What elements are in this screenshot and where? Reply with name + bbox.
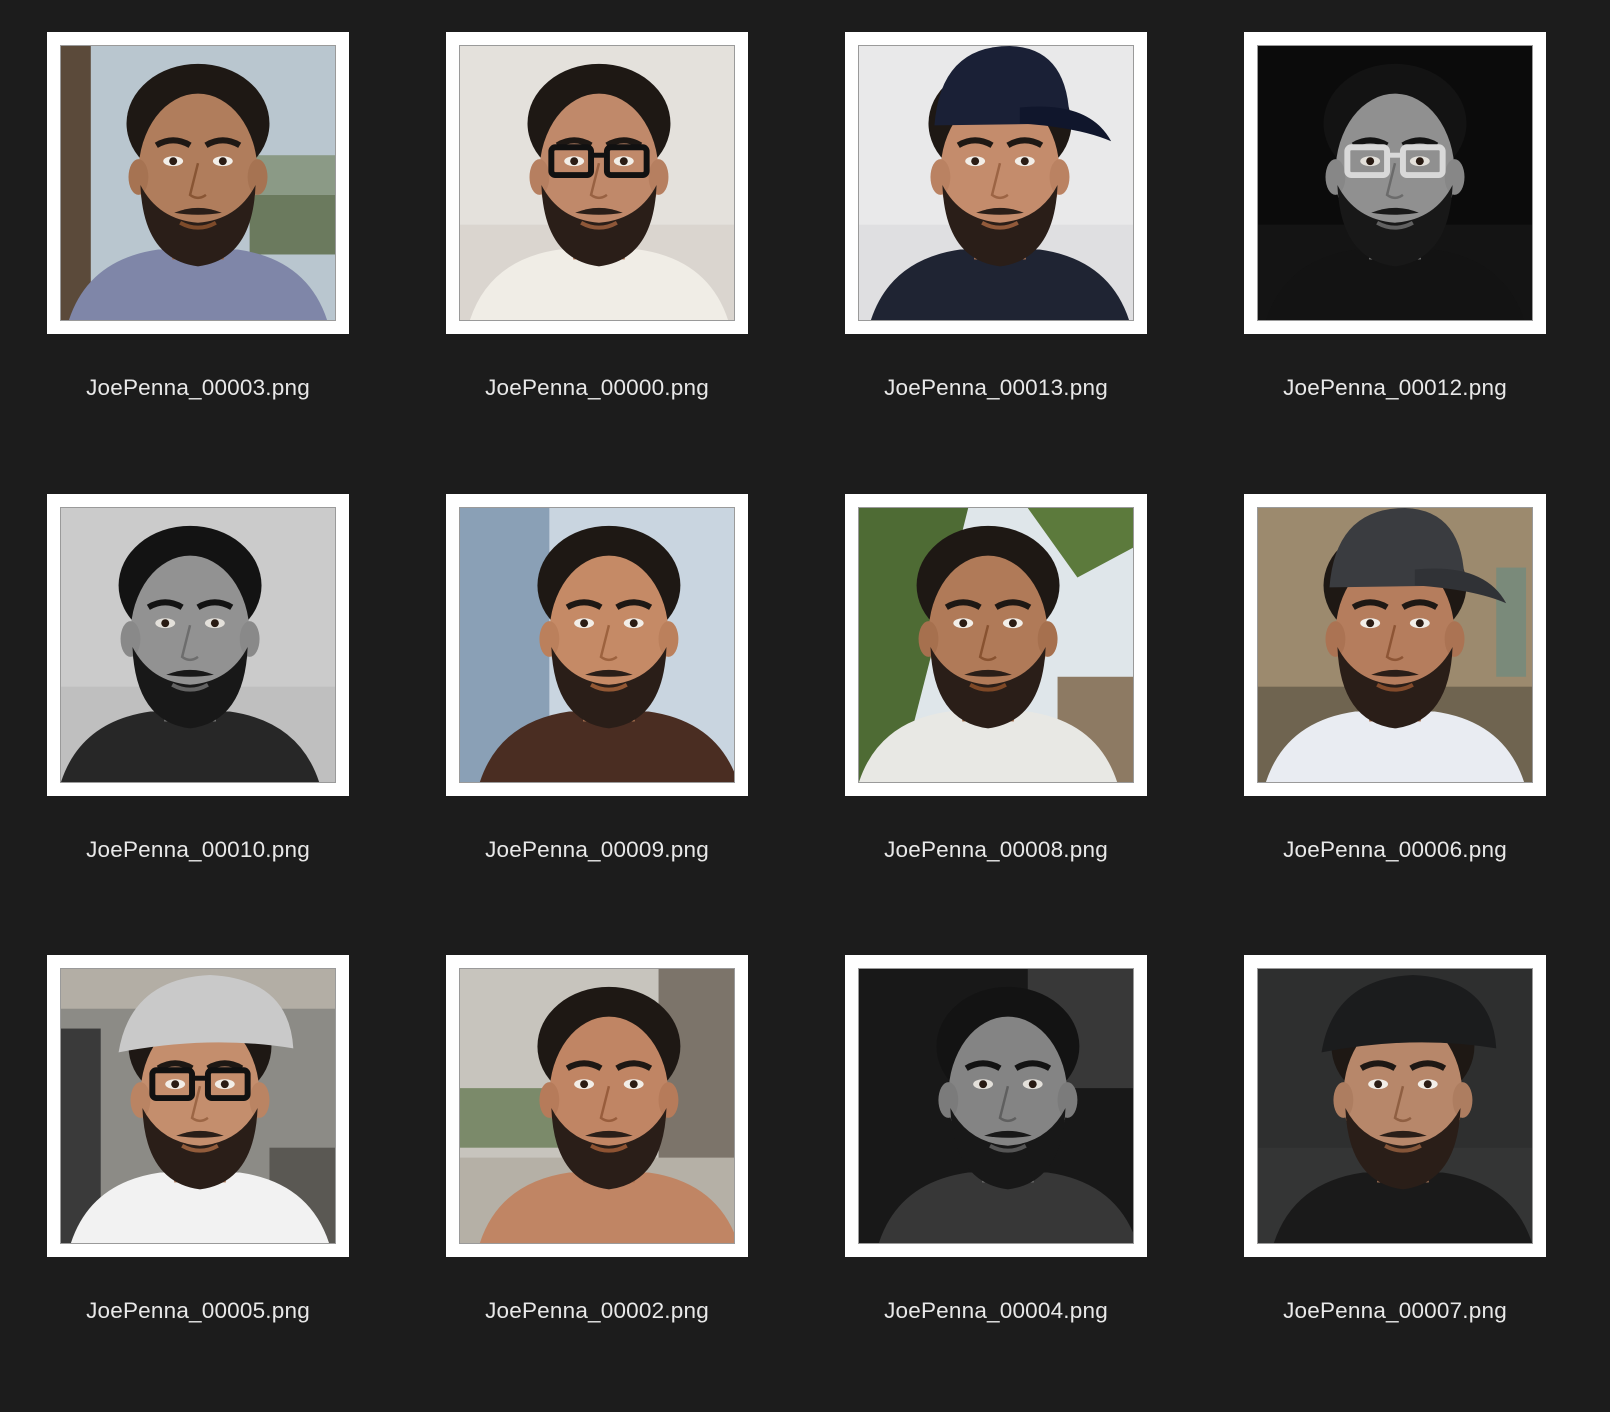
- portrait-image: [60, 45, 336, 321]
- file-item[interactable]: JoePenna_00009.png: [399, 462, 809, 882]
- file-name-label[interactable]: JoePenna_00002.png: [399, 1298, 795, 1324]
- portrait-image: [60, 968, 336, 1244]
- file-item[interactable]: JoePenna_00012.png: [1197, 0, 1607, 420]
- file-name-label[interactable]: JoePenna_00000.png: [399, 375, 795, 401]
- file-thumbnail[interactable]: [47, 955, 349, 1257]
- portrait-illustration: [61, 46, 335, 320]
- file-thumbnail[interactable]: [845, 494, 1147, 796]
- portrait-image: [459, 507, 735, 783]
- portrait-illustration: [1258, 508, 1532, 782]
- file-thumbnail[interactable]: [1244, 32, 1546, 334]
- portrait-image: [858, 507, 1134, 783]
- portrait-image: [1257, 45, 1533, 321]
- portrait-image: [1257, 968, 1533, 1244]
- portrait-image: [858, 968, 1134, 1244]
- portrait-illustration: [859, 46, 1133, 320]
- portrait-image: [459, 45, 735, 321]
- file-item[interactable]: JoePenna_00013.png: [798, 0, 1208, 420]
- file-item[interactable]: JoePenna_00005.png: [0, 923, 410, 1343]
- portrait-illustration: [460, 508, 734, 782]
- file-item[interactable]: JoePenna_00002.png: [399, 923, 809, 1343]
- file-item[interactable]: JoePenna_00006.png: [1197, 462, 1607, 882]
- file-thumbnail[interactable]: [1244, 955, 1546, 1257]
- file-thumbnail[interactable]: [446, 955, 748, 1257]
- file-thumbnail[interactable]: [446, 32, 748, 334]
- portrait-illustration: [1258, 46, 1532, 320]
- file-item[interactable]: JoePenna_00010.png: [0, 462, 410, 882]
- file-item[interactable]: JoePenna_00007.png: [1197, 923, 1607, 1343]
- file-name-label[interactable]: JoePenna_00004.png: [798, 1298, 1194, 1324]
- portrait-illustration: [460, 46, 734, 320]
- portrait-illustration: [859, 508, 1133, 782]
- portrait-image: [60, 507, 336, 783]
- file-thumbnail[interactable]: [47, 32, 349, 334]
- portrait-illustration: [460, 969, 734, 1243]
- file-thumbnail[interactable]: [1244, 494, 1546, 796]
- file-thumbnail[interactable]: [446, 494, 748, 796]
- file-name-label[interactable]: JoePenna_00007.png: [1197, 1298, 1593, 1324]
- portrait-illustration: [61, 508, 335, 782]
- file-item[interactable]: JoePenna_00000.png: [399, 0, 809, 420]
- file-name-label[interactable]: JoePenna_00003.png: [0, 375, 396, 401]
- portrait-image: [858, 45, 1134, 321]
- file-item[interactable]: JoePenna_00008.png: [798, 462, 1208, 882]
- file-name-label[interactable]: JoePenna_00006.png: [1197, 837, 1593, 863]
- portrait-illustration: [61, 969, 335, 1243]
- portrait-illustration: [1258, 969, 1532, 1243]
- portrait-image: [1257, 507, 1533, 783]
- file-item[interactable]: JoePenna_00004.png: [798, 923, 1208, 1343]
- portrait-image: [459, 968, 735, 1244]
- file-name-label[interactable]: JoePenna_00008.png: [798, 837, 1194, 863]
- file-grid: JoePenna_00003.png JoePenna_00000.png JoeP…: [0, 0, 1610, 1412]
- file-name-label[interactable]: JoePenna_00012.png: [1197, 375, 1593, 401]
- file-thumbnail[interactable]: [845, 32, 1147, 334]
- file-thumbnail[interactable]: [47, 494, 349, 796]
- file-name-label[interactable]: JoePenna_00013.png: [798, 375, 1194, 401]
- file-thumbnail[interactable]: [845, 955, 1147, 1257]
- file-item[interactable]: JoePenna_00003.png: [0, 0, 410, 420]
- file-name-label[interactable]: JoePenna_00010.png: [0, 837, 396, 863]
- portrait-illustration: [859, 969, 1133, 1243]
- file-name-label[interactable]: JoePenna_00009.png: [399, 837, 795, 863]
- file-name-label[interactable]: JoePenna_00005.png: [0, 1298, 396, 1324]
